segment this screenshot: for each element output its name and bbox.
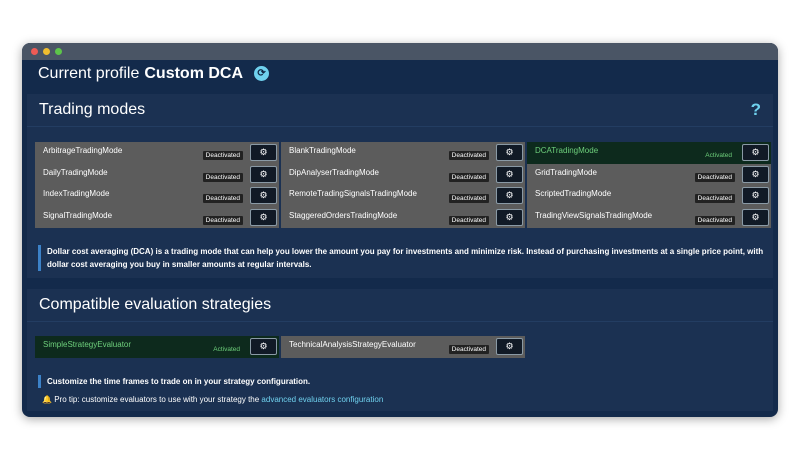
gear-icon[interactable]: ⚙: [250, 187, 277, 204]
strategy-note: Customize the time frames to trade on in…: [38, 375, 768, 388]
status-badge: Deactivated: [448, 345, 489, 354]
help-icon[interactable]: ?: [751, 100, 761, 120]
close-window-button[interactable]: [31, 48, 38, 55]
gear-icon[interactable]: ⚙: [496, 187, 523, 204]
trading-mode-name: RemoteTradingSignalsTradingMode: [289, 189, 417, 198]
trading-mode-tile[interactable]: StaggeredOrdersTradingMode Deactivated ⚙: [281, 206, 525, 228]
app-window: Current profile Custom DCA ⟳ Trading mod…: [22, 43, 778, 417]
strategy-name: TechnicalAnalysisStrategyEvaluator: [289, 340, 416, 349]
trading-mode-name: ArbitrageTradingMode: [43, 146, 123, 155]
maximize-window-button[interactable]: [55, 48, 62, 55]
status-badge: Activated: [213, 346, 240, 353]
trading-mode-tile[interactable]: BlankTradingMode Deactivated ⚙: [281, 142, 525, 164]
status-badge: Deactivated: [448, 215, 489, 225]
bell-icon: 🔔: [42, 395, 52, 404]
advanced-evaluators-link[interactable]: advanced evaluators configuration: [261, 395, 383, 404]
profile-name: Custom DCA: [144, 64, 244, 82]
strategies-card: Compatible evaluation strategies SimpleS…: [27, 289, 773, 411]
trading-mode-name: StaggeredOrdersTradingMode: [289, 210, 398, 220]
title-bar: [22, 43, 778, 60]
gear-icon[interactable]: ⚙: [742, 165, 769, 183]
status-badge: Deactivated: [694, 194, 735, 203]
trading-mode-tile[interactable]: GridTradingMode Deactivated ⚙: [527, 163, 771, 185]
status-badge: Deactivated: [202, 215, 243, 225]
trading-modes-title: Trading modes: [39, 101, 146, 118]
trading-mode-tile[interactable]: SignalTradingMode Deactivated ⚙: [35, 206, 279, 228]
status-badge: Deactivated: [202, 172, 243, 182]
profile-header: Current profile Custom DCA ⟳: [22, 60, 778, 87]
gear-icon[interactable]: ⚙: [496, 338, 523, 355]
trading-mode-name: GridTradingMode: [535, 167, 597, 177]
status-badge: Deactivated: [448, 151, 489, 160]
trading-mode-name: ScriptedTradingMode: [535, 189, 612, 198]
trading-mode-tile[interactable]: TradingViewSignalsTradingMode Deactivated…: [527, 206, 771, 228]
status-badge: Deactivated: [448, 194, 489, 203]
gear-icon[interactable]: ⚙: [496, 165, 523, 183]
status-badge: Deactivated: [694, 215, 735, 225]
strategy-tile[interactable]: SimpleStrategyEvaluator Activated ⚙: [35, 336, 279, 358]
trading-mode-name: DipAnalyserTradingMode: [289, 167, 379, 177]
trading-mode-tile[interactable]: RemoteTradingSignalsTradingMode Deactivat…: [281, 185, 525, 207]
trading-mode-description: Dollar cost averaging (DCA) is a trading…: [38, 245, 768, 271]
status-badge: Deactivated: [448, 172, 489, 182]
trading-mode-name: DailyTradingMode: [43, 167, 108, 177]
trading-mode-name: BlankTradingMode: [289, 146, 356, 155]
refresh-icon[interactable]: ⟳: [254, 66, 270, 81]
gear-icon[interactable]: ⚙: [496, 144, 523, 161]
gear-icon[interactable]: ⚙: [250, 144, 277, 161]
strategy-tile[interactable]: TechnicalAnalysisStrategyEvaluator Deacti…: [281, 336, 525, 358]
trading-mode-tile[interactable]: DCATradingMode Activated ⚙: [527, 142, 771, 164]
status-badge: Deactivated: [202, 151, 243, 160]
gear-icon[interactable]: ⚙: [742, 208, 769, 226]
trading-mode-tile[interactable]: ScriptedTradingMode Deactivated ⚙: [527, 185, 771, 207]
status-badge: Deactivated: [694, 172, 735, 182]
gear-icon[interactable]: ⚙: [250, 165, 277, 183]
trading-mode-tile[interactable]: IndexTradingMode Deactivated ⚙: [35, 185, 279, 207]
gear-icon[interactable]: ⚙: [742, 187, 769, 204]
minimize-window-button[interactable]: [43, 48, 50, 55]
trading-mode-tile[interactable]: ArbitrageTradingMode Deactivated ⚙: [35, 142, 279, 164]
trading-mode-name: DCATradingMode: [535, 146, 599, 155]
gear-icon[interactable]: ⚙: [250, 208, 277, 226]
trading-mode-tile[interactable]: DailyTradingMode Deactivated ⚙: [35, 163, 279, 185]
trading-mode-name: SignalTradingMode: [43, 210, 113, 220]
status-badge: Deactivated: [202, 194, 243, 203]
gear-icon[interactable]: ⚙: [250, 338, 277, 355]
profile-label: Current profile: [38, 64, 140, 82]
gear-icon[interactable]: ⚙: [742, 144, 769, 161]
strategies-title: Compatible evaluation strategies: [39, 296, 272, 313]
strategies-header: Compatible evaluation strategies: [27, 289, 773, 322]
trading-modes-grid: ArbitrageTradingMode Deactivated ⚙ BlankTra…: [35, 142, 771, 228]
strategy-name: SimpleStrategyEvaluator: [43, 340, 132, 349]
trading-modes-card: Trading modes ? ArbitrageTradingMode Deac…: [27, 94, 773, 278]
gear-icon[interactable]: ⚙: [496, 208, 523, 226]
trading-mode-tile[interactable]: DipAnalyserTradingMode Deactivated ⚙: [281, 163, 525, 185]
trading-mode-name: TradingViewSignalsTradingMode: [535, 210, 653, 220]
trading-mode-name: IndexTradingMode: [43, 189, 110, 198]
status-badge: Activated: [705, 152, 732, 159]
trading-modes-header: Trading modes ?: [27, 94, 773, 127]
strategies-grid: SimpleStrategyEvaluator Activated ⚙ Technic…: [35, 336, 771, 358]
pro-tip: 🔔 Pro tip: customize evaluators to use w…: [42, 395, 383, 404]
pro-tip-text: Pro tip: customize evaluators to use wit…: [54, 395, 260, 404]
